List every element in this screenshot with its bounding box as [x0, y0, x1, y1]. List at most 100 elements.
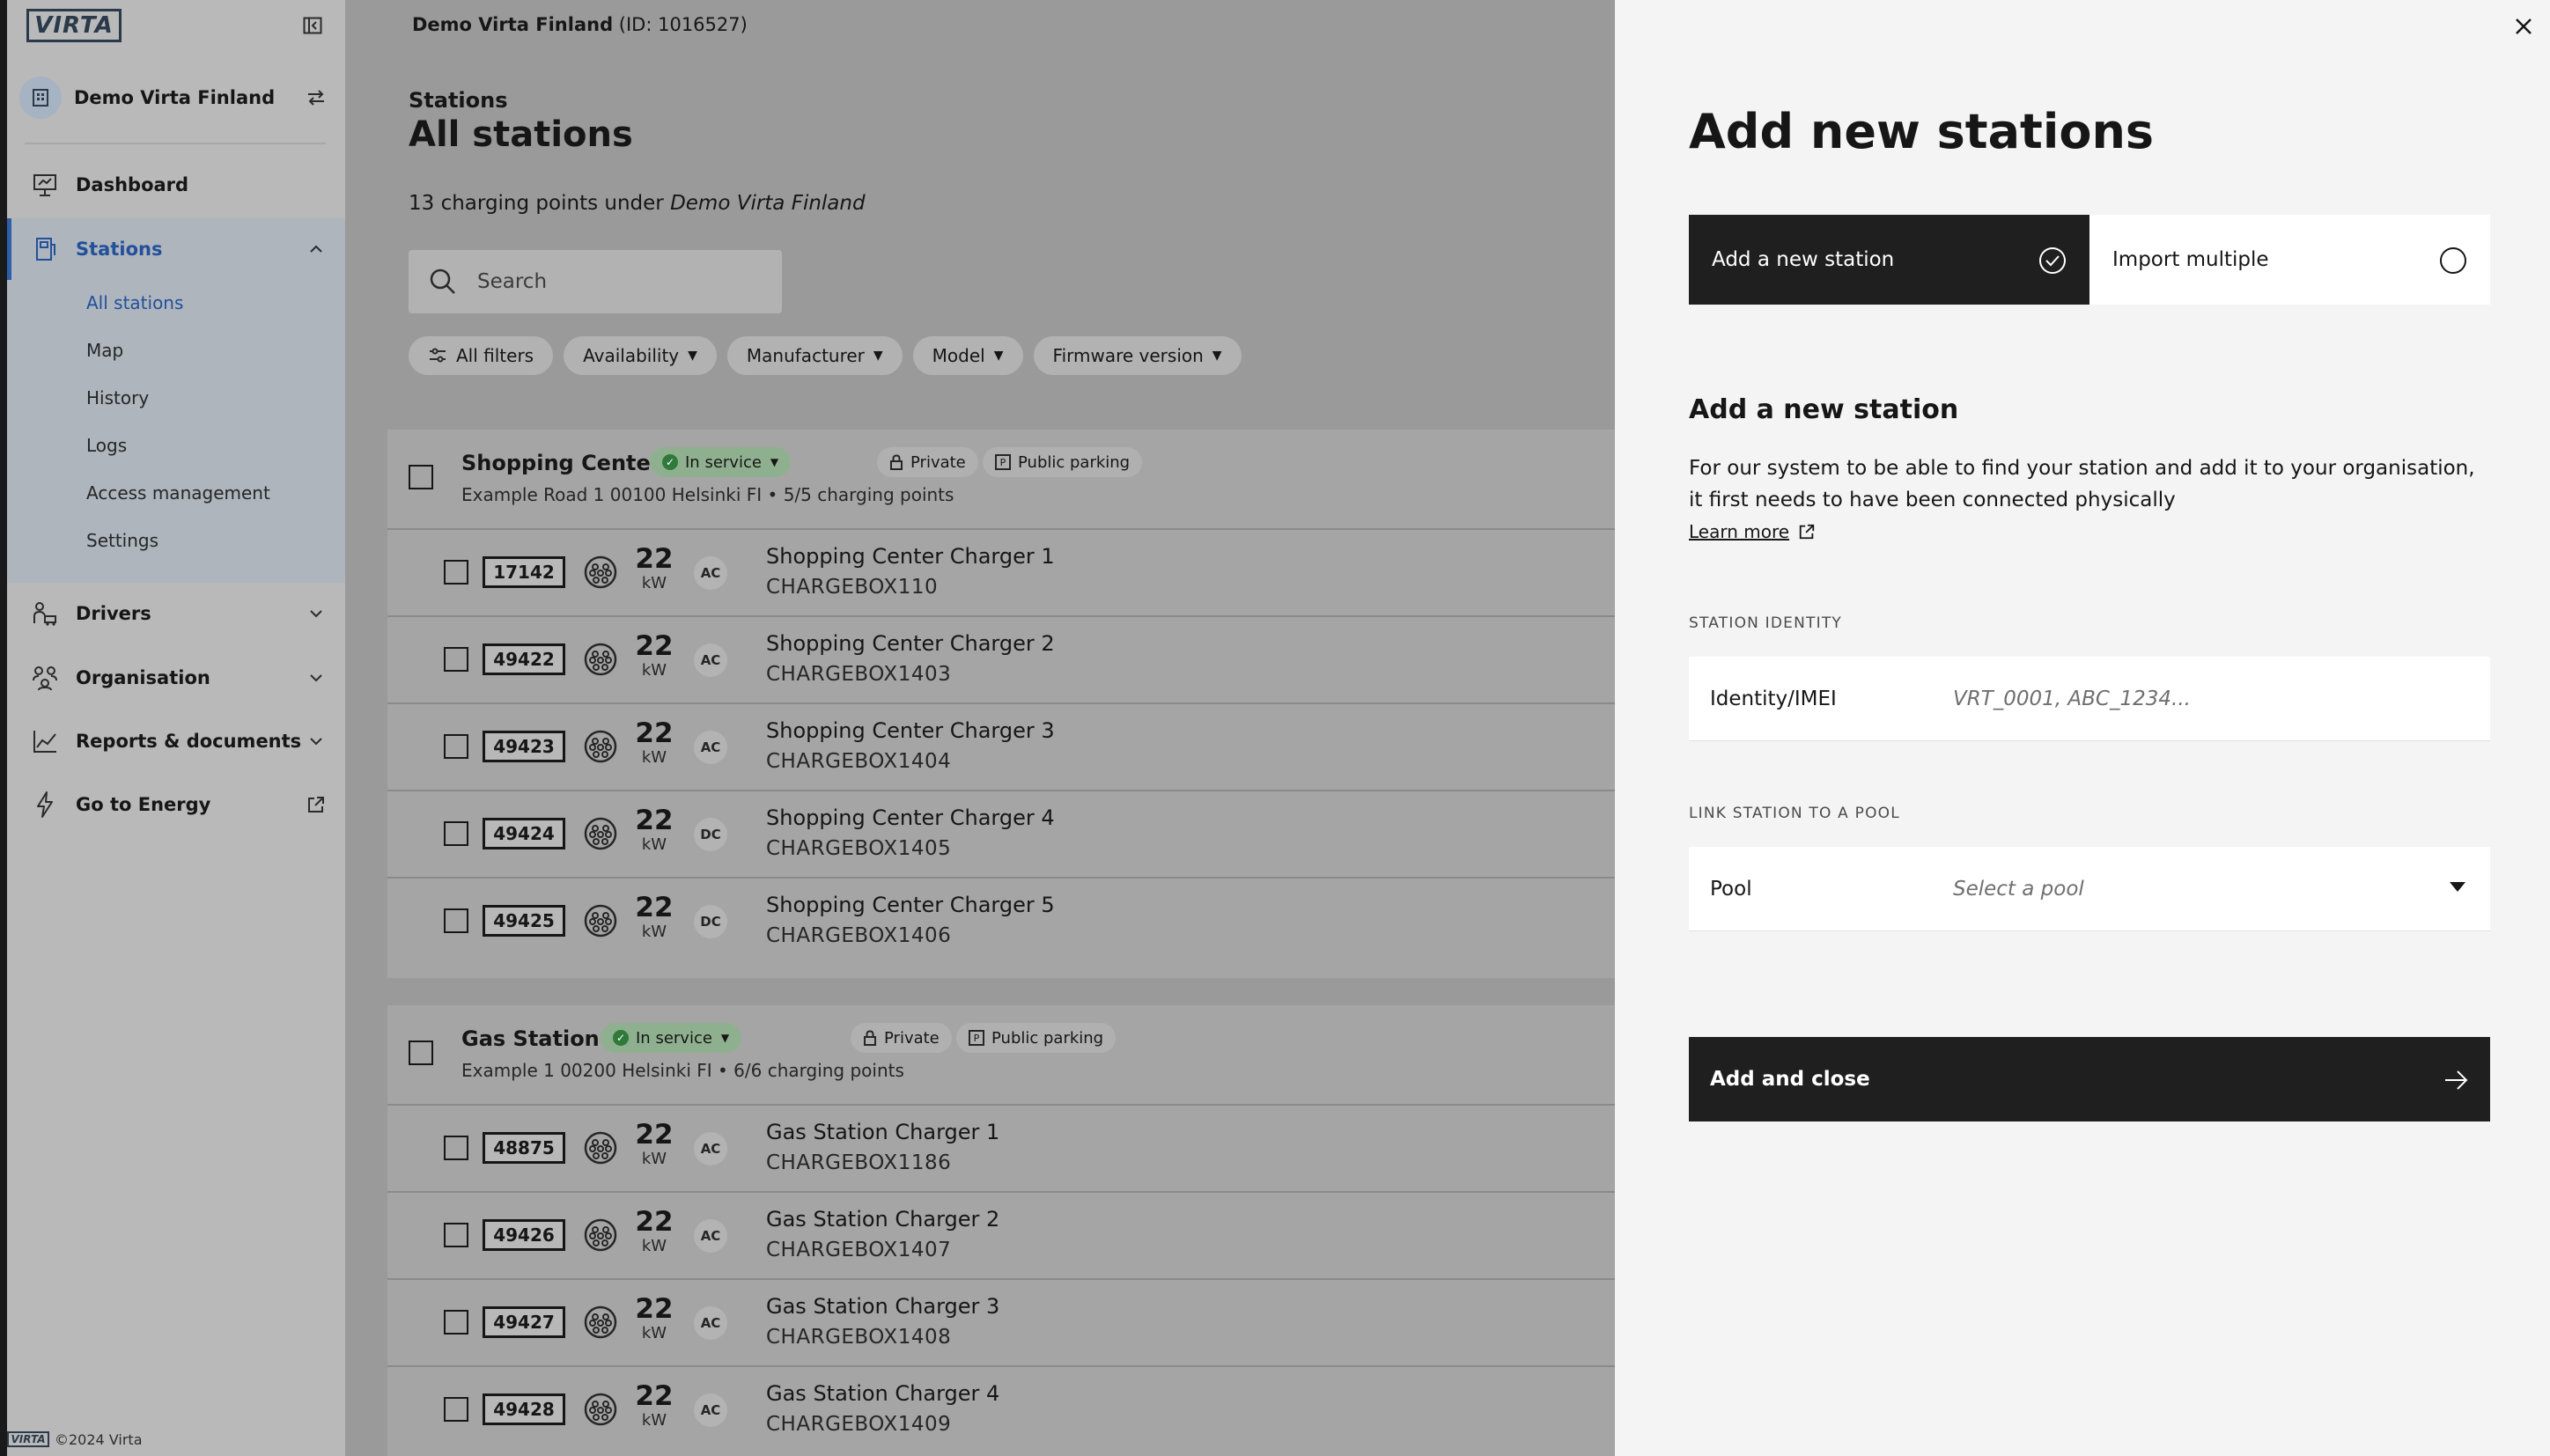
caret-down-icon: ▼ — [873, 349, 883, 363]
chevron-down-icon[interactable] — [306, 604, 326, 623]
charger-name[interactable]: Gas Station Charger 3 — [766, 1294, 999, 1319]
charger-power: 22 kW — [630, 805, 678, 855]
learn-more-link[interactable]: Learn more — [1689, 521, 1816, 542]
organisation-name: Demo Virta Finland — [74, 87, 276, 108]
subnav-history[interactable]: History — [86, 387, 149, 408]
charger-id: 49427 — [483, 1306, 565, 1338]
status-badge[interactable]: ✓ In service ▼ — [601, 1023, 742, 1053]
charger-name[interactable]: Shopping Center Charger 5 — [766, 893, 1055, 917]
manufacturer-filter[interactable]: Manufacturer ▼ — [726, 336, 903, 375]
charger-row[interactable]: 49422 22 kW AC Shopping Center Charger 2 CHAR… — [387, 615, 1615, 702]
charger-row[interactable]: 49424 22 kW DC Shopping Center Charger 4 CHAR… — [387, 790, 1615, 876]
charger-checkbox[interactable] — [444, 560, 468, 585]
feedback-edge-tab[interactable] — [0, 0, 7, 1456]
close-icon[interactable] — [2509, 12, 2538, 40]
charger-row[interactable]: 49427 22 kW AC Gas Station Charger 3 CHARGEBO… — [387, 1278, 1615, 1364]
charger-name[interactable]: Gas Station Charger 2 — [766, 1207, 999, 1232]
power-value: 22 — [635, 1380, 674, 1412]
identity-imei-field[interactable]: Identity/IMEI VRT_0001, ABC_1234... — [1689, 657, 2490, 741]
chevron-up-icon[interactable] — [306, 239, 326, 259]
power-unit: kW — [641, 923, 667, 941]
station-group-header[interactable]: Shopping Center Helsinki ✓ In service ▼ Priv… — [387, 430, 1615, 528]
subnav-logs[interactable]: Logs — [86, 435, 127, 456]
plug-connector-icon — [584, 1131, 617, 1165]
sidebar-item-label: Stations — [76, 239, 163, 260]
import-multiple-option[interactable]: Import multiple — [2089, 215, 2490, 305]
virta-logo[interactable]: VIRTA — [26, 9, 122, 42]
sidebar-item-go-to-energy[interactable]: Go to Energy — [7, 774, 345, 835]
chip-label: Model — [932, 345, 985, 366]
subnav-settings[interactable]: Settings — [86, 530, 158, 551]
organisation-switcher[interactable]: Demo Virta Finland — [19, 76, 328, 120]
breadcrumb[interactable]: Stations — [409, 88, 508, 113]
charger-name[interactable]: Shopping Center Charger 2 — [766, 631, 1055, 656]
current-type-badge: AC — [694, 1306, 727, 1340]
charger-name[interactable]: Gas Station Charger 1 — [766, 1120, 999, 1144]
charger-checkbox[interactable] — [444, 1397, 468, 1422]
current-type-badge: AC — [694, 556, 727, 590]
sidebar-item-reports[interactable]: Reports & documents — [7, 710, 345, 772]
page-title: All stations — [409, 114, 633, 155]
firmware-version-filter[interactable]: Firmware version ▼ — [1033, 336, 1242, 375]
power-unit: kW — [641, 1150, 667, 1168]
charger-checkbox[interactable] — [444, 1223, 468, 1247]
add-new-station-option[interactable]: Add a new station — [1689, 215, 2089, 305]
chargebox-id: CHARGEBOX110 — [766, 576, 939, 599]
charger-name[interactable]: Shopping Center Charger 4 — [766, 805, 1055, 830]
pool-section-heading: LINK STATION TO A POOL — [1689, 805, 1900, 822]
charger-checkbox[interactable] — [444, 821, 468, 846]
charger-row[interactable]: 48875 22 kW AC Gas Station Charger 1 CHARGEBO… — [387, 1104, 1615, 1190]
power-value: 22 — [635, 1293, 674, 1325]
external-link-icon[interactable] — [306, 795, 326, 814]
power-unit: kW — [641, 748, 667, 767]
charger-checkbox[interactable] — [444, 1310, 468, 1335]
all-filters-button[interactable]: All filters — [409, 336, 554, 375]
group-checkbox[interactable] — [409, 1041, 433, 1065]
charger-power: 22 kW — [630, 1207, 678, 1256]
charger-checkbox[interactable] — [444, 1136, 468, 1160]
field-placeholder: Select a pool — [1953, 877, 2084, 901]
search-input[interactable]: Search — [409, 250, 782, 313]
charger-checkbox[interactable] — [444, 908, 468, 933]
subnav-map[interactable]: Map — [86, 340, 123, 361]
station-group-header[interactable]: Gas Station Helsinki ✓ In service ▼ Private P… — [387, 1005, 1615, 1104]
option-label: Import multiple — [2112, 248, 2269, 271]
charger-power: 22 kW — [630, 631, 678, 680]
charger-row[interactable]: 17142 22 kW AC Shopping Center Charger 1 CHAR… — [387, 528, 1615, 614]
sidebar-item-label: Go to Energy — [76, 794, 211, 815]
sidebar-item-drivers[interactable]: Drivers — [7, 583, 345, 644]
chip-label: Firmware version — [1052, 345, 1204, 366]
charger-row[interactable]: 49428 22 kW AC Gas Station Charger 4 CHARGEBO… — [387, 1365, 1615, 1452]
subnav-all-stations[interactable]: All stations — [86, 292, 183, 313]
charger-checkbox[interactable] — [444, 734, 468, 759]
charger-row[interactable]: 49425 22 kW DC Shopping Center Charger 5 CHAR… — [387, 877, 1615, 963]
charger-power: 22 kW — [630, 1381, 678, 1430]
sidebar-item-dashboard[interactable]: Dashboard — [7, 154, 345, 216]
power-unit: kW — [641, 574, 667, 592]
power-value: 22 — [635, 1119, 674, 1151]
availability-filter[interactable]: Availability ▼ — [564, 336, 717, 375]
chevron-down-icon[interactable] — [306, 732, 326, 751]
sidebar-item-organisation[interactable]: Organisation — [7, 647, 345, 709]
status-badge[interactable]: ✓ In service ▼ — [650, 447, 792, 477]
add-and-close-button[interactable]: Add and close — [1689, 1037, 2490, 1121]
charger-name[interactable]: Gas Station Charger 4 — [766, 1381, 999, 1406]
power-value: 22 — [635, 630, 674, 662]
charger-name[interactable]: Shopping Center Charger 1 — [766, 544, 1055, 569]
charger-name[interactable]: Shopping Center Charger 3 — [766, 718, 1055, 743]
power-value: 22 — [635, 892, 674, 923]
sidebar-item-stations[interactable]: Stations — [7, 218, 345, 280]
current-type-badge: AC — [694, 731, 727, 764]
collapse-sidebar-icon[interactable] — [303, 16, 322, 35]
charger-row[interactable]: 49426 22 kW AC Gas Station Charger 2 CHARGEBO… — [387, 1191, 1615, 1277]
option-label: Add a new station — [1712, 248, 1895, 271]
group-checkbox[interactable] — [409, 465, 433, 489]
chevron-down-icon[interactable] — [306, 668, 326, 688]
charger-checkbox[interactable] — [444, 647, 468, 672]
model-filter[interactable]: Model ▼ — [912, 336, 1023, 375]
subnav-access-management[interactable]: Access management — [86, 482, 270, 504]
chargebox-id: CHARGEBOX1406 — [766, 924, 952, 947]
pool-select[interactable]: Pool Select a pool — [1689, 847, 2490, 931]
switch-arrows-icon[interactable] — [305, 86, 328, 109]
charger-row[interactable]: 49423 22 kW AC Shopping Center Charger 3 CHAR… — [387, 702, 1615, 789]
